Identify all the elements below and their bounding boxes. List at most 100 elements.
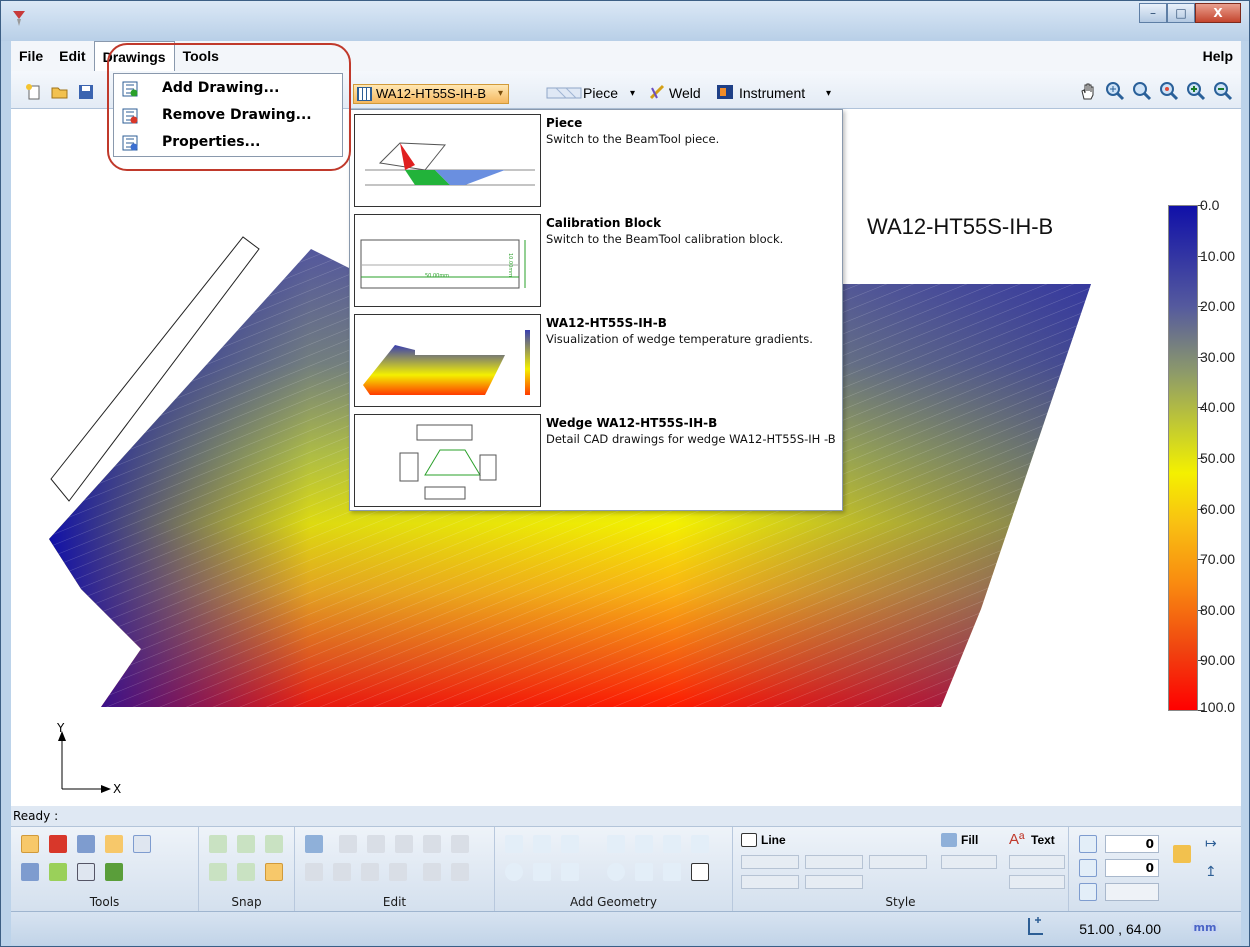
layout-icon[interactable] [105,835,123,853]
flip-icon[interactable] [389,863,407,881]
menu-highlight-ring [107,43,351,171]
line-pattern-combo[interactable] [805,855,863,869]
dropdown-item-wedge[interactable]: Wedge WA12-HT55S-IH-B Detail CAD drawing… [354,414,840,511]
bottom-status-bar: 51.00 , 64.00 mm [11,911,1241,945]
fill-color-combo[interactable] [941,855,997,869]
title-bar: – □ X [1,1,1249,41]
circle-tool-2-icon[interactable] [607,863,625,881]
rectangle-tool-2-icon[interactable] [663,863,681,881]
polygon-tool-icon[interactable] [533,863,551,881]
instrument-chevron-icon[interactable]: ▾ [826,88,831,99]
new-file-icon[interactable] [25,84,43,100]
zoom-previous-icon[interactable] [1159,81,1179,101]
rectangle-tool-icon[interactable] [561,863,579,881]
window-icon[interactable] [77,835,95,853]
text-angle-field[interactable]: 0 [1105,859,1159,877]
cursor-coordinates: 51.00 , 64.00 [1079,921,1161,937]
dropdown-item-calibration-block[interactable]: 50.00mm 10.00mm Calibration Block Switch… [354,214,840,311]
text-height-field[interactable]: 0 [1105,835,1159,853]
calibration-block-thumbnail: 50.00mm 10.00mm [354,214,541,307]
wa12-thumbnail [354,314,541,407]
wrench-icon[interactable] [21,863,39,881]
paste-icon[interactable] [451,835,469,853]
snap-endpoint-icon[interactable] [209,835,227,853]
colorbar-label: 20.00 [1200,298,1236,314]
list-field[interactable] [1105,883,1159,901]
weld-button[interactable]: Weld [669,85,701,101]
view-tools [1078,81,1233,101]
snap-tangent-icon[interactable] [237,863,255,881]
frame-icon[interactable] [77,863,95,881]
snap-grid-icon[interactable] [265,863,283,881]
text-box-tool-icon[interactable] [691,863,709,881]
line-style-button[interactable]: Line [761,833,786,847]
save-icon[interactable] [77,84,95,100]
group-icon[interactable] [305,863,323,881]
colorbar-label: 90.00 [1200,652,1236,668]
zoom-extents-icon[interactable] [1105,81,1125,101]
arc-tool-icon[interactable] [561,835,579,853]
copy-icon[interactable] [423,835,441,853]
select-cursor-icon[interactable] [21,835,39,853]
text-color-combo[interactable] [1009,855,1065,869]
colorbar-label: 0.0 [1200,197,1220,213]
zoom-out-icon[interactable] [1213,81,1233,101]
line-color-combo[interactable] [741,855,799,869]
colorbar-label: 100.0 [1200,699,1236,715]
polyline-tool-2-icon[interactable] [635,835,653,853]
text-size-combo[interactable] [1009,875,1065,889]
ribbon-group-dimensions: 0 0 ↦ ↥ [1069,827,1219,912]
minimize-button[interactable]: – [1139,3,1167,23]
xy-axis-indicator [58,731,111,793]
arrow-start-combo[interactable] [741,875,799,889]
properties-edit-icon[interactable] [105,863,123,881]
piece-button[interactable]: Piece [583,85,618,101]
zoom-window-icon[interactable] [1132,81,1152,101]
cut-icon[interactable] [395,835,413,853]
line-weight-combo[interactable] [869,855,927,869]
arc-tool-2-icon[interactable] [663,835,681,853]
dimension-tool-icon[interactable] [691,835,709,853]
piece-chevron-icon[interactable]: ▾ [630,88,635,99]
snap-midpoint-icon[interactable] [237,835,255,853]
align-icon[interactable] [423,863,441,881]
dropdown-item-wa12[interactable]: WA12-HT55S-IH-B Visualization of wedge t… [354,314,840,411]
line-tool-2-icon[interactable] [607,835,625,853]
unit-toggle[interactable]: mm [1191,920,1219,936]
drawing-selector-label: WA12-HT55S-IH-B [376,86,487,101]
eraser-icon[interactable] [339,835,357,853]
polygon-tool-2-icon[interactable] [635,863,653,881]
fill-style-button[interactable]: Fill [961,833,978,847]
instrument-button[interactable]: Instrument [739,85,805,101]
mirror-icon[interactable] [361,863,379,881]
text-style-button[interactable]: Text [1031,833,1055,847]
open-folder-icon[interactable] [51,84,69,100]
pan-hand-icon[interactable] [1078,81,1098,101]
magnet-icon[interactable] [49,835,67,853]
panel-icon[interactable] [133,835,151,853]
dropdown-item-piece[interactable]: Piece Switch to the BeamTool piece. [354,114,840,211]
zoom-in-icon[interactable] [1186,81,1206,101]
polyline-tool-icon[interactable] [533,835,551,853]
colorbar-label: 30.00 [1200,349,1236,365]
maximize-button[interactable]: □ [1167,3,1195,23]
insert-icon[interactable] [367,835,385,853]
arrow-end-combo[interactable] [805,875,863,889]
layers-icon[interactable] [49,863,67,881]
fill-tool-icon[interactable] [305,835,323,853]
drawing-selector[interactable]: WA12-HT55S-IH-B ▾ [353,84,510,104]
axis-x-label: X [113,782,122,796]
circle-tool-icon[interactable] [505,863,523,881]
menu-help[interactable]: Help [1195,41,1241,71]
line-tool-icon[interactable] [505,835,523,853]
snap-perpendicular-icon[interactable] [209,863,227,881]
close-button[interactable]: X [1195,3,1241,23]
chevron-down-icon: ▾ [498,88,504,99]
menu-edit[interactable]: Edit [51,41,93,71]
pencil-icon[interactable] [1173,845,1191,863]
ungroup-icon[interactable] [333,863,351,881]
app-window: – □ X File Edit Drawings Tools Help WA12… [0,0,1250,947]
menu-file[interactable]: File [11,41,51,71]
distribute-icon[interactable] [451,863,469,881]
snap-intersection-icon[interactable] [265,835,283,853]
